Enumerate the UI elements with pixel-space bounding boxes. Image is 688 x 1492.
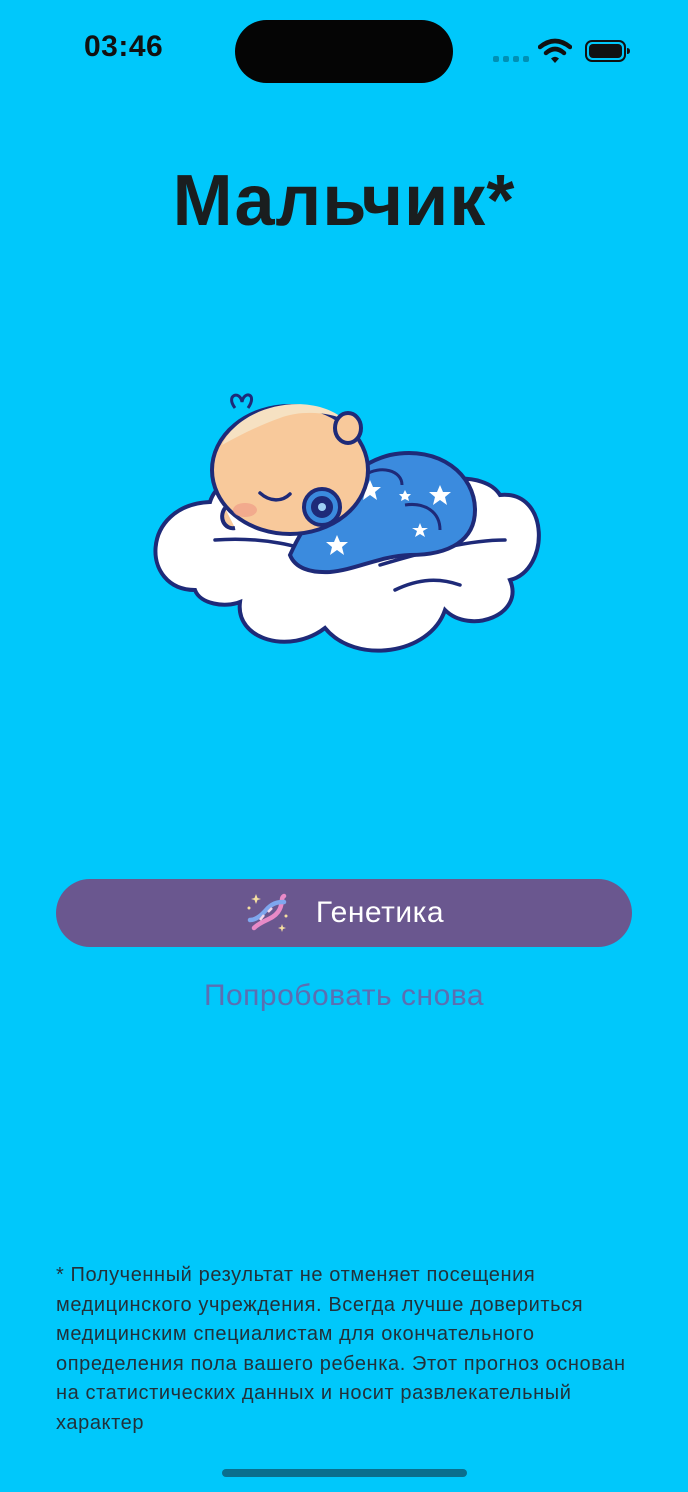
wifi-icon: [538, 38, 572, 63]
result-title: Мальчик*: [172, 161, 516, 241]
disclaimer-text: * Полученный результат не отменяет посещ…: [56, 1264, 626, 1434]
battery-icon: [585, 40, 630, 62]
cell-signal-icon: [493, 54, 529, 62]
home-indicator[interactable]: [222, 1469, 467, 1477]
pacifier: [302, 487, 342, 527]
genetics-button[interactable]: Генетика: [56, 879, 632, 947]
status-time: 03:46: [84, 30, 164, 63]
sleeping-baby-on-cloud-icon: [153, 393, 541, 653]
baby-head: [210, 404, 370, 536]
status-bar: 03:46: [0, 0, 688, 100]
dna-icon: [247, 893, 288, 932]
genetics-button-label: Генетика: [315, 896, 445, 929]
retry-link[interactable]: Попробовать снова: [0, 979, 688, 1013]
dynamic-island: [235, 20, 453, 83]
